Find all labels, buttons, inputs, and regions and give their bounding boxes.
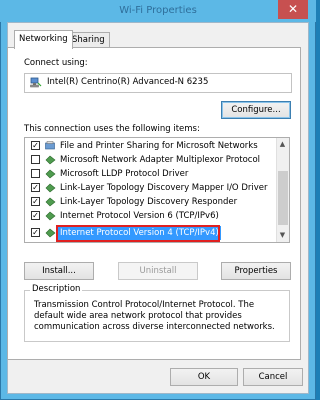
window-title: Wi-Fi Properties [119,5,197,16]
scroll-thumb[interactable] [278,171,288,225]
list-item[interactable]: ✓ Link-Layer Topology Discovery Mapper I… [25,181,277,195]
list-item[interactable]: Microsoft Network Adapter Multiplexor Pr… [25,153,277,167]
checkbox[interactable]: ✓ [31,197,40,206]
scroll-down-icon[interactable]: ▼ [276,229,289,241]
list-item-label: File and Printer Sharing for Microsoft N… [60,141,258,151]
protocol-icon [45,155,56,165]
network-adapter-icon [30,77,42,89]
list-item[interactable]: ✓ Link-Layer Topology Discovery Responde… [25,195,277,209]
description-legend: Description [30,284,83,294]
list-item[interactable]: ✓ File and Printer Sharing for Microsoft… [25,139,277,153]
protocol-icon [45,169,56,179]
list-item-label: Link-Layer Topology Discovery Responder [60,197,238,207]
protocol-icon [45,197,56,207]
configure-button[interactable]: Configure... [221,101,291,119]
checkbox[interactable]: ✓ [31,141,40,150]
list-item-label: Internet Protocol Version 6 (TCP/IPv6) [60,211,219,221]
list-item[interactable]: Microsoft LLDP Protocol Driver [25,167,277,181]
checkbox[interactable] [31,169,40,178]
protocol-icon [45,228,56,238]
connect-using-label: Connect using: [24,58,88,68]
checkbox[interactable]: ✓ [31,211,40,220]
checkbox[interactable]: ✓ [31,183,40,192]
protocol-icon [45,211,56,221]
protocol-icon [45,183,56,193]
service-icon [45,141,56,151]
list-item-label: Link-Layer Topology Discovery Mapper I/O… [60,183,268,193]
list-item-label: Microsoft Network Adapter Multiplexor Pr… [60,155,261,165]
list-item-label: Internet Protocol Version 4 (TCP/IPv4) [58,226,221,240]
list-item-selected[interactable]: ✓ Internet Protocol Version 4 (TCP/IPv4) [25,226,277,240]
components-label: This connection uses the following items… [24,124,200,134]
adapter-name: Intel(R) Centrino(R) Advanced-N 6235 [47,77,209,87]
checkbox[interactable] [31,155,40,164]
tab-networking[interactable]: Networking [14,30,73,49]
list-item[interactable]: ✓ Internet Protocol Version 6 (TCP/IPv6) [25,209,277,223]
checkbox[interactable]: ✓ [31,228,40,237]
ok-button[interactable]: OK [170,368,238,386]
tab-sharing[interactable]: Sharing [67,32,110,48]
install-button[interactable]: Install... [24,262,94,280]
description-text: Transmission Control Protocol/Internet P… [34,300,275,332]
list-item-label: Microsoft LLDP Protocol Driver [60,169,189,179]
uninstall-button[interactable]: Uninstall [118,262,198,280]
properties-button[interactable]: Properties [221,262,291,280]
cancel-button[interactable]: Cancel [243,368,303,386]
components-list[interactable]: ✓ File and Printer Sharing for Microsoft… [24,137,290,243]
scroll-up-icon[interactable]: ▲ [276,138,289,150]
close-button[interactable]: ✕ [278,0,308,19]
